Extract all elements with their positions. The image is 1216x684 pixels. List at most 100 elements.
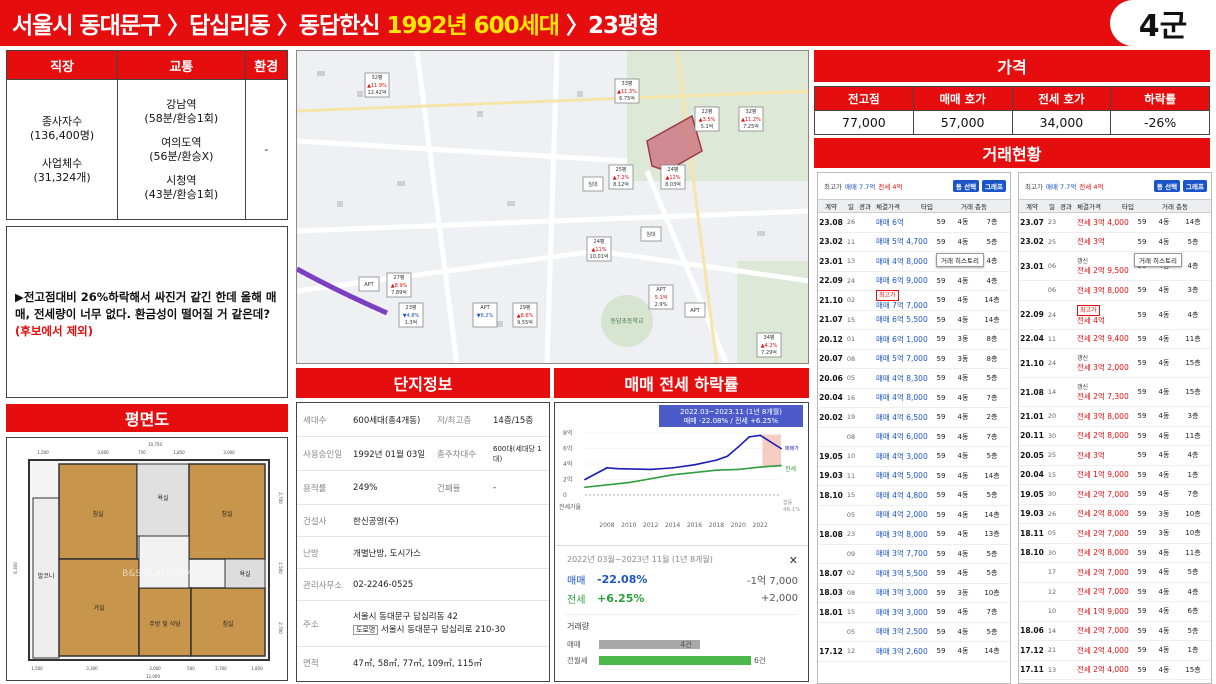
trade-type: 59 [936,315,946,324]
complex-road-address: 서울시 동대문구 답십리로 210-30 [381,624,506,635]
top-label: 최고가 [824,183,842,191]
trade-row[interactable]: 23.07 23 전세 3억 4,000 59 4동 14층 [1019,213,1211,233]
trade-row[interactable]: 23.02 25 전세 3억 59 4동 5층 [1019,233,1211,252]
trade-type: 59 [1137,470,1147,479]
close-icon[interactable]: ✕ [789,554,798,567]
trade-row[interactable]: 23.0106갱신전세 2억 9,500594동4층 [1019,252,1211,281]
trade-floor: 8층 [986,354,998,363]
location-map[interactable]: 32평 ▲11.9% 12.42억 33평 ▲11.3% 6.75억 22평 ▲… [296,50,809,364]
trade-month: 23.07 [1020,217,1044,227]
x-tick-label: 2020 [731,522,746,529]
trade-floor: 10층 [1185,529,1201,538]
trade-month: 23.02 [1020,237,1044,247]
trade-type: 59 [936,549,946,558]
trade-row[interactable]: 08 매매 4억 6,000 59 4동 7층 [818,428,1010,447]
trade-type: 59 [1137,218,1147,227]
col-header: 거래 층동 [961,203,987,211]
trade-price: 전세 3억 [1077,450,1105,460]
map-canvas: 32평 ▲11.9% 12.42억 33평 ▲11.3% 6.75억 22평 ▲… [297,51,808,363]
trade-row[interactable]: 12 전세 2억 7,000 59 4동 4층 [1019,583,1211,602]
trade-dong: 4동 [1158,218,1170,227]
trade-day: 02 [846,569,856,578]
complex-row: 관리사무소 02-2246-0525 [297,569,549,601]
trade-row[interactable]: 19.03 26 전세 2억 8,000 59 3동 10층 [1019,505,1211,524]
trade-price: 전세 2억 9,400 [1077,334,1129,344]
trade-row[interactable]: 21.07 15 매매 6억 5,500 59 4동 14층 [818,311,1010,330]
trade-price: 전세 2억 7,000 [1077,528,1129,538]
complex-row: 세대수 600세대(총4개동) 저/최고층 14층/15층 [297,403,549,437]
trade-row[interactable]: 18.11 05 전세 2억 7,000 59 3동 10층 [1019,524,1211,544]
header-environment: 환경 [244,50,289,80]
trade-row[interactable]: 06 전세 3억 8,000 59 4동 3층 [1019,281,1211,301]
trade-row[interactable]: 21.01 20 전세 3억 8,000 59 4동 3층 [1019,407,1211,427]
trade-row[interactable]: 05 매매 4억 2,000 59 4동 14층 [818,506,1010,525]
trade-dong: 4동 [1158,334,1170,343]
trade-row[interactable]: 09 매매 3억 7,700 59 4동 5층 [818,545,1010,564]
trade-row[interactable]: 22.09 24 최고가 전세 4억 59 4동 4층 [1019,301,1211,330]
col-header: 계약 [1026,203,1038,211]
trade-row[interactable]: 17.12 21 전세 2억 4,000 59 4동 1층 [1019,641,1211,661]
trade-row[interactable]: 17.11 13 전세 2억 4,000 59 4동 15층 [1019,661,1211,680]
trade-day: 13 [1047,665,1057,674]
trade-row[interactable]: 20.05 25 전세 3억 59 4동 4층 [1019,446,1211,466]
trade-panel-toolbar: 최고가 매매 7.7억 전세 4억 동 선택 그래프 [1019,173,1211,199]
trade-row[interactable]: 19.05 30 전세 2억 7,000 59 4동 7층 [1019,485,1211,505]
rate-chart-panel: 2022.03~2023.11 (1년 8개월) 매매 -22.08% / 전세… [554,402,809,682]
trade-dong: 4동 [957,237,969,246]
dong-select-button[interactable]: 동 선택 [952,180,980,192]
trade-row[interactable]: 18.01 15 매매 3억 3,000 59 4동 7층 [818,603,1010,623]
trade-type: 59 [936,393,946,402]
map-marker-label: APT [656,287,666,293]
trade-price: 매매 6억 9,000 [876,276,928,286]
trade-price: 매매 3억 2,600 [876,646,928,656]
trade-dong: 4동 [1158,607,1170,616]
trade-row[interactable]: 21.10 02 최고가 매매 7억 7,000 59 4동 14층 [818,290,1010,311]
y-tick-label: 8억 [563,429,572,437]
trade-row[interactable]: 20.06 05 매매 4억 8,300 59 4동 5층 [818,369,1010,389]
trade-row[interactable]: 23.08 26 매매 6억 59 4동 7층 [818,213,1010,233]
complex-key: 건폐율 [437,483,461,494]
trade-row[interactable]: 20.04 15 전세 1억 9,000 59 4동 1층 [1019,466,1211,485]
trade-row[interactable]: 21.08 14 갱신 전세 2억 7,300 59 4동 15층 [1019,378,1211,407]
trade-row[interactable]: 19.05 10 매매 4억 3,000 59 4동 5층 [818,447,1010,467]
graph-button[interactable]: 그래프 [1183,180,1207,192]
trade-row[interactable]: 18.06 14 전세 2억 7,000 59 4동 5층 [1019,622,1211,641]
price-header: 전세 호가 [1011,86,1112,111]
trade-price: 매매 7억 7,000 [876,301,928,311]
map-marker-price: ▲8.6% [517,313,534,319]
trade-row[interactable]: 20.04 16 매매 4억 8,000 59 4동 7층 [818,389,1010,408]
trade-price: 매매 4억 8,000 [876,256,928,266]
trade-row[interactable]: 10 전세 1억 9,000 59 4동 6층 [1019,602,1211,622]
trade-row[interactable]: 22.09 24 매매 6억 9,000 59 4동 4층 [818,272,1010,291]
room-bathroom: 욕실 [239,570,250,578]
trade-row[interactable]: 18.03 08 매매 3억 3,000 59 3동 10층 [818,584,1010,603]
series-label-gap: 갭률 [783,499,793,506]
trade-row[interactable]: 17.12 12 매매 3억 2,600 59 4동 14층 [818,642,1010,662]
trade-type: 59 [1137,548,1147,557]
dong-select-button[interactable]: 동 선택 [1153,180,1181,192]
series-point [726,455,729,458]
trade-dong: 4동 [1158,646,1170,655]
trade-month: 21.07 [819,315,843,325]
top-jeonse: 전세 4억 [1079,183,1104,191]
trade-row[interactable]: 20.11 30 전세 2억 8,000 59 4동 11층 [1019,427,1211,446]
trade-row[interactable]: 05 매매 3억 2,500 59 4동 5층 [818,623,1010,642]
trade-row[interactable]: 18.10 30 전세 2억 8,000 59 4동 11층 [1019,544,1211,563]
trade-row[interactable]: 18.10 15 매매 4억 4,800 59 4동 5층 [818,486,1010,506]
trade-row[interactable]: 22.04 11 전세 2억 9,400 59 4동 11층 [1019,330,1211,349]
trade-month: 20.07 [819,354,843,364]
trade-row[interactable]: 17 전세 2억 7,000 59 4동 5층 [1019,563,1211,583]
trade-row[interactable]: 18.08 23 매매 3억 8,000 59 4동 13층 [818,525,1010,545]
trade-row[interactable]: 19.03 11 매매 4억 5,000 59 4동 14층 [818,467,1010,486]
trade-row[interactable]: 21.10 24 갱신 전세 3억 2,000 59 4동 15층 [1019,349,1211,378]
trade-price: 매매 3억 7,700 [876,549,928,559]
trade-row[interactable]: 23.02 11 매매 5억 4,700 59 4동 5층 [818,233,1010,252]
trade-month: 21.10 [819,295,843,305]
trade-row[interactable]: 20.07 08 매매 5억 7,000 59 3동 8층 [818,350,1010,369]
graph-button[interactable]: 그래프 [982,180,1006,192]
trade-row[interactable]: 20.02 19 매매 4억 6,500 59 4동 2층 [818,408,1010,428]
dim-right: 1,500 [278,562,283,574]
map-marker-sub: 6.75억 [619,95,635,102]
trade-row[interactable]: 18.07 02 매매 3억 5,500 59 4동 5층 [818,564,1010,584]
trade-row[interactable]: 20.12 01 매매 6억 1,000 59 3동 8층 [818,330,1010,350]
